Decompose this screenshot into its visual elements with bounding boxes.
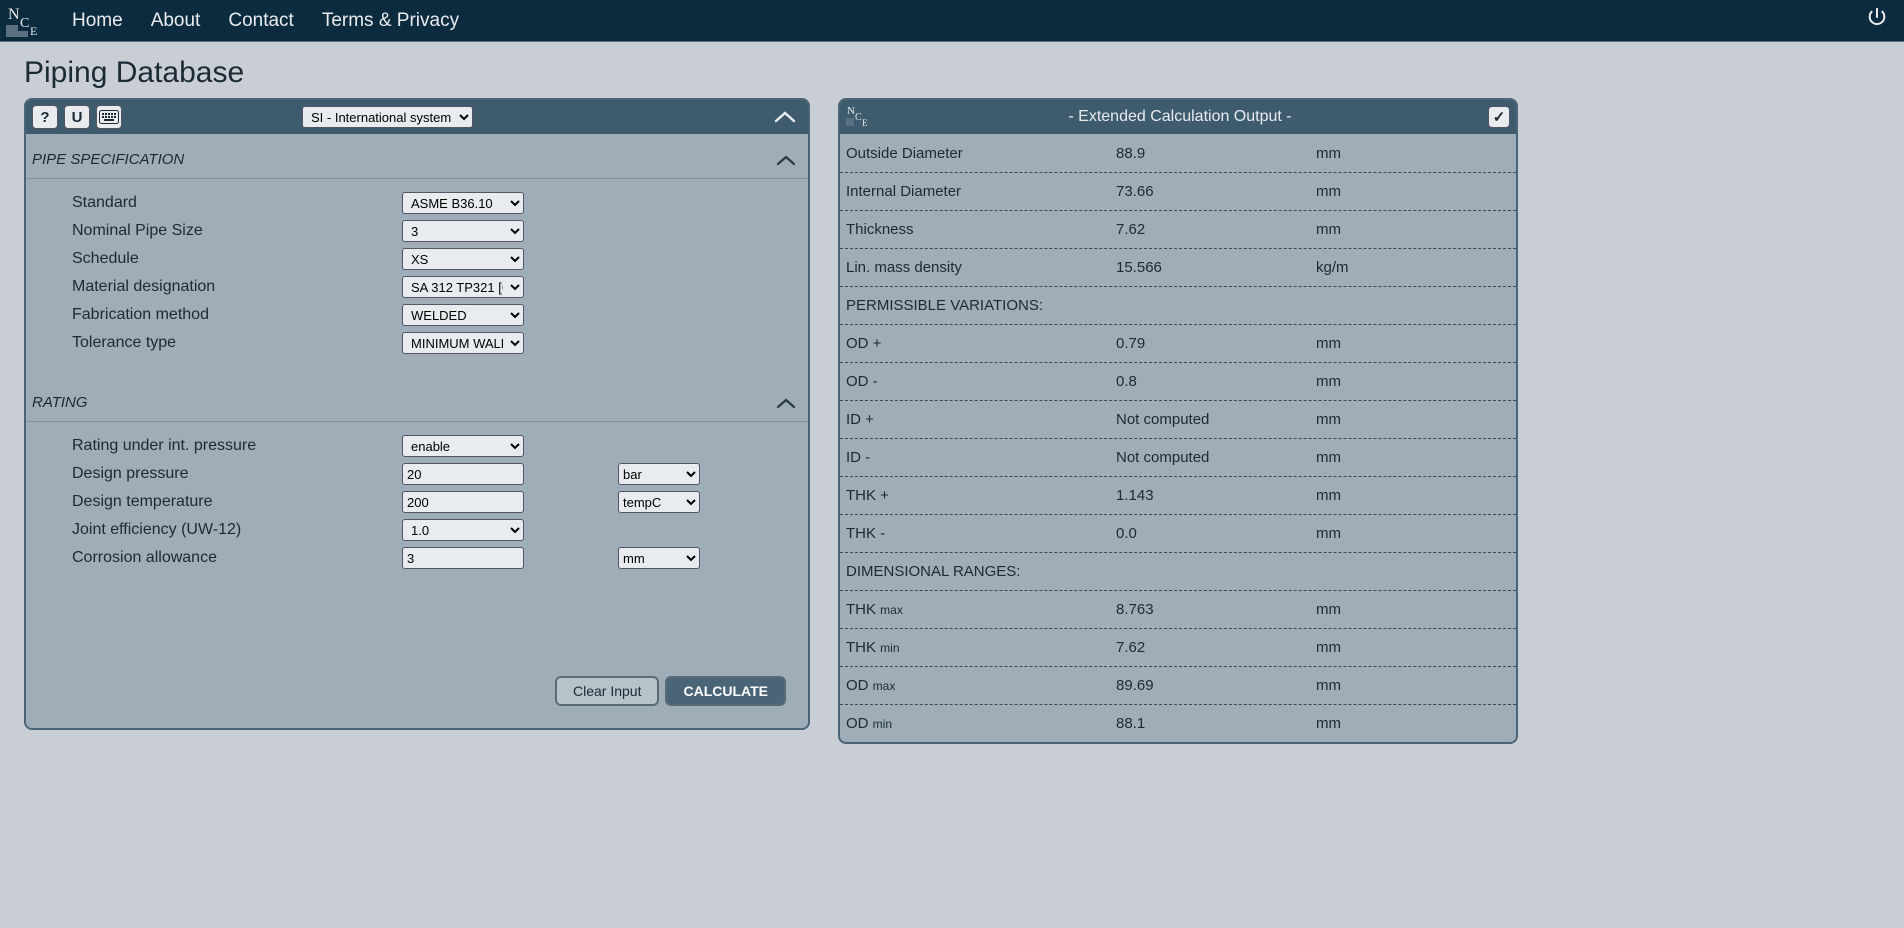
chevron-up-icon[interactable] (770, 389, 802, 415)
input-temp[interactable] (402, 491, 524, 513)
svg-text:C: C (855, 112, 862, 123)
output-row: THK min 7.62 mm (840, 628, 1516, 666)
input-panel: ? U SI - International system (24, 98, 810, 730)
svg-text:N: N (8, 6, 20, 23)
select-standard[interactable]: ASME B36.10 (402, 192, 524, 214)
power-icon[interactable] (1866, 6, 1888, 35)
section-pipe-spec: PIPE SPECIFICATION (26, 134, 808, 179)
label-temp: Design temperature (72, 493, 402, 511)
output-row: THK - 0.0 mm (840, 514, 1516, 552)
output-row: Outside Diameter 88.9 mm (840, 134, 1516, 172)
select-nps[interactable]: 3 (402, 220, 524, 242)
output-row: OD max 89.69 mm (840, 666, 1516, 704)
unit-system-select[interactable]: SI - International system (302, 106, 473, 128)
label-fab: Fabrication method (72, 306, 402, 324)
svg-text:C: C (20, 16, 29, 31)
label-material: Material designation (72, 278, 402, 296)
input-corr[interactable] (402, 547, 524, 569)
page-title: Piping Database (24, 56, 1880, 90)
output-title: - Extended Calculation Output - (878, 108, 1482, 126)
select-tol[interactable]: MINIMUM WALL (402, 332, 524, 354)
clear-button[interactable]: Clear Input (555, 676, 659, 706)
label-pressure: Design pressure (72, 465, 402, 483)
svg-text:E: E (862, 118, 868, 128)
panel-collapse-icon[interactable] (768, 104, 802, 130)
nav-terms[interactable]: Terms & Privacy (308, 10, 473, 32)
output-row: OD - 0.8 mm (840, 362, 1516, 400)
top-nav: N C E Home About Contact Terms & Privacy (0, 0, 1904, 42)
select-material[interactable]: SA 312 TP321 [G5] (402, 276, 524, 298)
brand-logo: N C E (4, 1, 48, 41)
output-section-dim: DIMENSIONAL RANGES: (840, 552, 1516, 590)
label-standard: Standard (72, 194, 402, 212)
calculate-button[interactable]: CALCULATE (665, 676, 786, 706)
chevron-up-icon[interactable] (770, 146, 802, 172)
output-row: ID + Not computed mm (840, 400, 1516, 438)
keyboard-button[interactable] (96, 105, 122, 129)
label-nps: Nominal Pipe Size (72, 222, 402, 240)
select-temp-unit[interactable]: tempC (618, 491, 700, 513)
undo-button[interactable]: U (64, 105, 90, 129)
output-row: Thickness 7.62 mm (840, 210, 1516, 248)
label-corr: Corrosion allowance (72, 549, 402, 567)
section-rating: RATING (26, 377, 808, 422)
output-row: Lin. mass density 15.566 kg/m (840, 248, 1516, 286)
confirm-button[interactable]: ✓ (1488, 106, 1510, 128)
select-pressure-unit[interactable]: bar (618, 463, 700, 485)
nav-about[interactable]: About (137, 10, 215, 32)
output-row: THK max 8.763 mm (840, 590, 1516, 628)
label-joint: Joint efficiency (UW-12) (72, 521, 402, 539)
select-rating-enable[interactable]: enable (402, 435, 524, 457)
output-row: OD + 0.79 mm (840, 324, 1516, 362)
help-button[interactable]: ? (32, 105, 58, 129)
select-fab[interactable]: WELDED (402, 304, 524, 326)
nav-home[interactable]: Home (58, 10, 137, 32)
label-rating-enable: Rating under int. pressure (72, 437, 402, 455)
svg-text:E: E (30, 24, 37, 38)
output-row: Internal Diameter 73.66 mm (840, 172, 1516, 210)
label-tol: Tolerance type (72, 334, 402, 352)
brand-logo-small: N C E (846, 104, 872, 130)
output-row: OD min 88.1 mm (840, 704, 1516, 742)
output-row: ID - Not computed mm (840, 438, 1516, 476)
output-row: THK + 1.143 mm (840, 476, 1516, 514)
select-schedule[interactable]: XS (402, 248, 524, 270)
select-corr-unit[interactable]: mm (618, 547, 700, 569)
output-section-perm: PERMISSIBLE VARIATIONS: (840, 286, 1516, 324)
output-panel: N C E - Extended Calculation Output - ✓ … (838, 98, 1518, 744)
svg-text:N: N (847, 105, 855, 117)
select-joint[interactable]: 1.0 (402, 519, 524, 541)
nav-contact[interactable]: Contact (214, 10, 307, 32)
input-pressure[interactable] (402, 463, 524, 485)
label-schedule: Schedule (72, 250, 402, 268)
